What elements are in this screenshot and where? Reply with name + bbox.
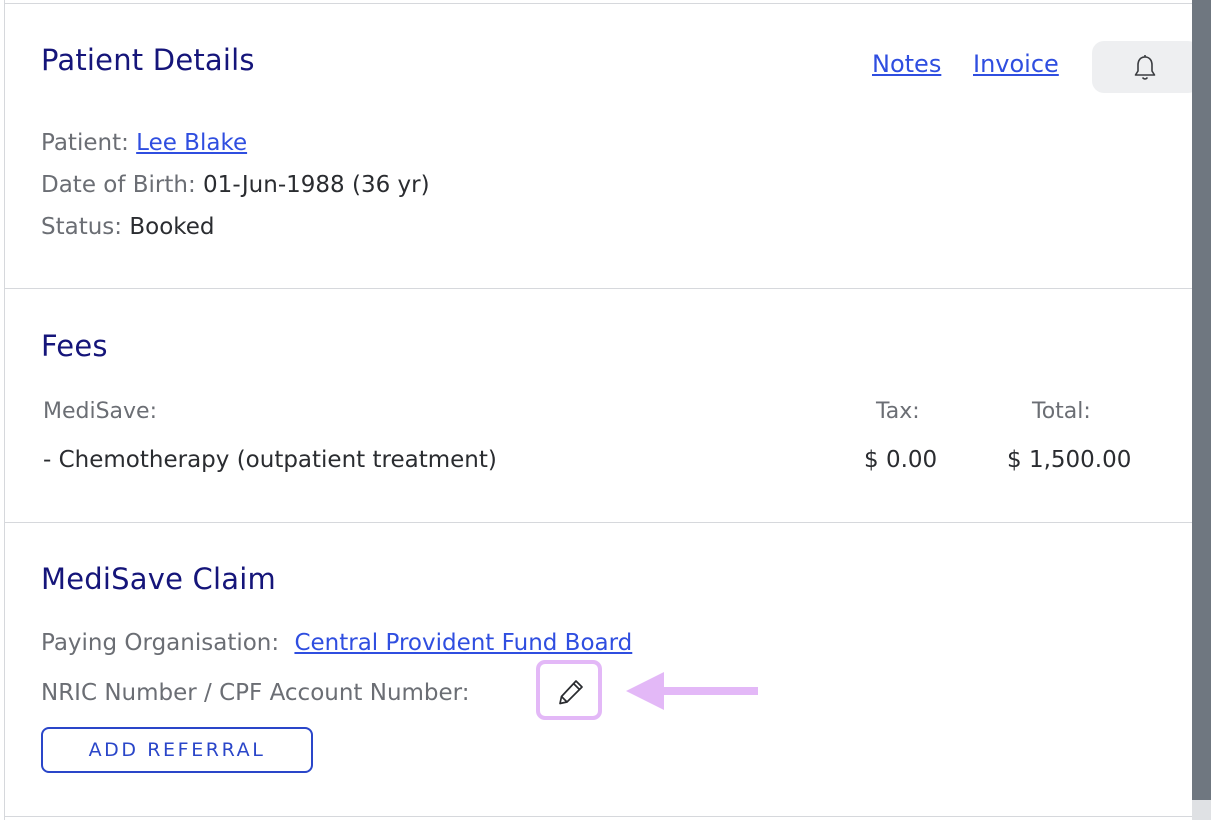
section-divider (4, 288, 1192, 289)
status-value: Booked (129, 214, 215, 240)
pencil-icon (559, 680, 583, 705)
total-header: Total: (1032, 399, 1091, 424)
dob-row: Date of Birth: 01-Jun-1988 (36 yr) (41, 172, 430, 198)
add-referral-button[interactable]: ADD REFERRAL (41, 727, 313, 773)
top-divider (4, 3, 1192, 4)
paying-org-link[interactable]: Central Provident Fund Board (294, 630, 632, 656)
edit-nric-button[interactable] (536, 660, 602, 720)
scrollbar[interactable] (1192, 0, 1211, 820)
dob-label: Date of Birth: (41, 172, 196, 198)
paying-org-row: Paying Organisation: Central Provident F… (41, 630, 632, 656)
patient-row: Patient: Lee Blake (41, 130, 247, 156)
pointer-arrow-icon (626, 672, 758, 710)
patient-details-title: Patient Details (41, 43, 255, 77)
fee-item-name: - Chemotherapy (outpatient treatment) (43, 447, 497, 473)
notification-button[interactable] (1092, 41, 1200, 93)
medisave-claim-title: MediSave Claim (41, 562, 276, 596)
status-row: Status: Booked (41, 214, 215, 240)
tax-header: Tax: (876, 399, 920, 424)
notes-link[interactable]: Notes (872, 50, 941, 78)
fees-category-label: MediSave: (43, 399, 158, 424)
dob-value: 01-Jun-1988 (36 yr) (203, 172, 430, 198)
invoice-link[interactable]: Invoice (973, 50, 1059, 78)
paying-org-label: Paying Organisation: (41, 630, 280, 656)
fee-item-tax: $ 0.00 (864, 447, 938, 473)
section-divider (4, 522, 1192, 523)
nric-label: NRIC Number / CPF Account Number: (41, 680, 470, 706)
patient-label: Patient: (41, 130, 129, 156)
status-label: Status: (41, 214, 123, 240)
scrollbar-bottom[interactable] (1192, 800, 1211, 820)
patient-name-link[interactable]: Lee Blake (136, 130, 247, 156)
nric-row: NRIC Number / CPF Account Number: (41, 680, 470, 706)
section-divider (4, 816, 1192, 817)
fees-title: Fees (41, 329, 108, 363)
bell-icon (1134, 55, 1156, 80)
fee-item-total: $ 1,500.00 (1007, 447, 1132, 473)
